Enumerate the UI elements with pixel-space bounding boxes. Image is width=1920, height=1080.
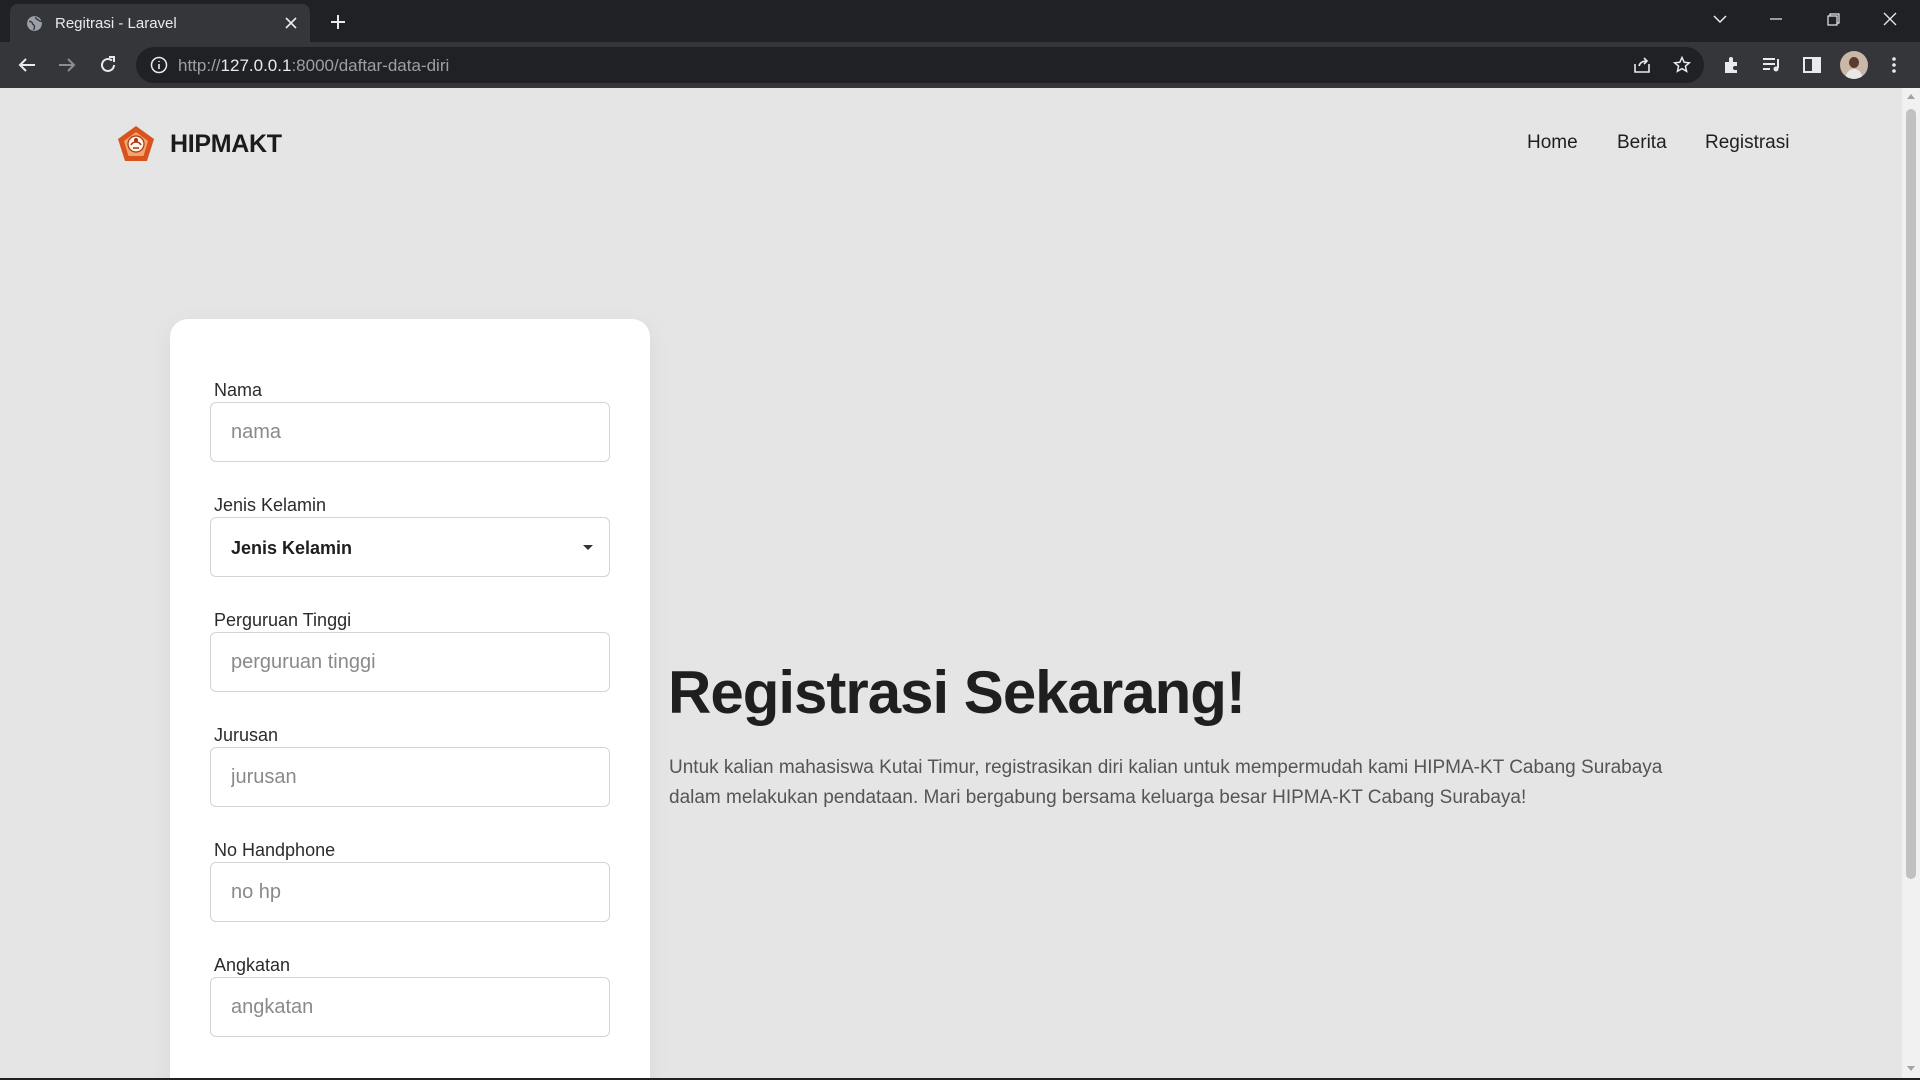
url-text[interactable]: http://127.0.0.1:8000/daftar-data-diri [178, 56, 449, 76]
url-scheme: http:// [178, 56, 221, 75]
extensions-icon[interactable] [1720, 53, 1744, 77]
browser-toolbar: http://127.0.0.1:8000/daftar-data-diri [0, 42, 1920, 88]
jurusan-label: Jurusan [214, 725, 279, 745]
url-path: :8000/daftar-data-diri [291, 56, 450, 75]
nav-registrasi[interactable]: Registrasi [1705, 132, 1789, 154]
tab-title: Regitrasi - Laravel [55, 15, 177, 32]
hipmakt-logo-icon [118, 126, 154, 161]
jenis-kelamin-value: Jenis Kelamin [231, 538, 353, 558]
no-handphone-input[interactable] [210, 862, 610, 922]
jenis-kelamin-label: Jenis Kelamin [214, 495, 327, 515]
site-info-icon[interactable] [150, 56, 168, 74]
registration-form: Nama Jenis Kelamin Jenis Kelamin Perguru… [170, 319, 650, 1078]
no-handphone-label: No Handphone [214, 840, 336, 860]
restore-icon[interactable] [1816, 4, 1850, 34]
scroll-up-icon[interactable] [1907, 94, 1915, 99]
forward-icon[interactable] [53, 51, 81, 79]
tab-search-icon[interactable] [1703, 4, 1737, 34]
profile-avatar[interactable] [1840, 51, 1868, 79]
scroll-down-icon[interactable] [1907, 1066, 1915, 1071]
page-viewport: HIPMAKT Home Berita Registrasi Nama Jeni… [0, 88, 1902, 1078]
side-panel-icon[interactable] [1800, 53, 1824, 77]
new-tab-icon[interactable] [326, 10, 350, 34]
jenis-kelamin-select[interactable]: Jenis Kelamin [210, 517, 610, 577]
back-icon[interactable] [13, 51, 41, 79]
media-control-icon[interactable] [1760, 53, 1784, 77]
brand[interactable]: HIPMAKT [116, 124, 282, 164]
page-scrollbar[interactable] [1902, 88, 1920, 1078]
url-host: 127.0.0.1 [220, 56, 292, 75]
reload-icon[interactable] [94, 51, 122, 79]
browser-tab-bar: Regitrasi - Laravel [0, 0, 1920, 42]
nav-berita[interactable]: Berita [1617, 132, 1667, 154]
nama-label: Nama [214, 380, 263, 400]
close-window-icon[interactable] [1873, 4, 1907, 34]
nav-home[interactable]: Home [1527, 132, 1578, 154]
share-icon[interactable] [1632, 55, 1652, 75]
more-menu-icon[interactable] [1882, 53, 1906, 77]
minimize-icon[interactable] [1759, 4, 1793, 34]
globe-icon [27, 16, 42, 31]
hero-description: Untuk kalian mahasiswa Kutai Timur, regi… [669, 757, 1663, 808]
nama-input[interactable] [210, 402, 610, 462]
address-bar[interactable]: http://127.0.0.1:8000/daftar-data-diri [136, 47, 1704, 83]
scroll-thumb[interactable] [1906, 109, 1916, 879]
perguruan-tinggi-label: Perguruan Tinggi [214, 610, 352, 630]
brand-name: HIPMAKT [170, 129, 282, 158]
perguruan-tinggi-input[interactable] [210, 632, 610, 692]
bookmark-star-icon[interactable] [1672, 55, 1692, 75]
close-tab-icon[interactable] [280, 12, 302, 34]
caret-down-icon [583, 545, 593, 550]
angkatan-label: Angkatan [214, 955, 291, 975]
angkatan-input[interactable] [210, 977, 610, 1037]
jurusan-input[interactable] [210, 747, 610, 807]
hero-title: Registrasi Sekarang! [668, 659, 1246, 726]
browser-tab[interactable]: Regitrasi - Laravel [10, 4, 310, 42]
